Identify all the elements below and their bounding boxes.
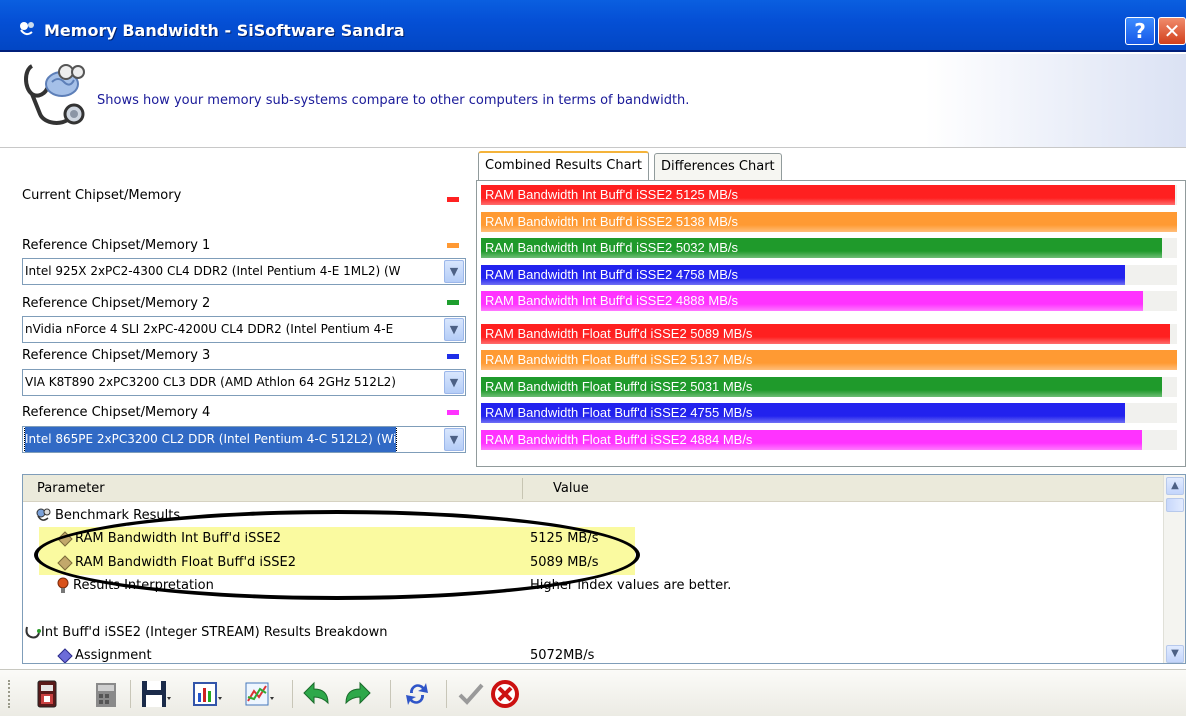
table-row[interactable]: Results Interpretation Higher index valu…	[23, 574, 1163, 598]
lightbulb-icon	[57, 577, 69, 593]
row-parameter: Benchmark Results	[55, 508, 181, 523]
row-value: 5089 MB/s	[530, 555, 599, 570]
chart-bar: RAM Bandwidth Int Buff'd iSSE2 5125 MB/s	[481, 185, 1175, 205]
table-row[interactable]: Assignment 5072MB/s	[23, 644, 1163, 663]
row-value: 5072MB/s	[530, 648, 595, 663]
header-banner: Shows how your memory sub-systems compar…	[0, 54, 1186, 148]
cancel-icon[interactable]	[488, 677, 522, 711]
column-header-value[interactable]: Value	[553, 481, 589, 496]
chart-bar: RAM Bandwidth Float Buff'd iSSE2 4755 MB…	[481, 403, 1125, 423]
forward-icon[interactable]	[340, 677, 374, 711]
ref4-label: Reference Chipset/Memory 4	[22, 405, 211, 420]
chart-bar: RAM Bandwidth Float Buff'd iSSE2 5137 MB…	[481, 350, 1177, 370]
help-button[interactable]: ?	[1125, 17, 1155, 45]
column-separator[interactable]	[522, 478, 523, 499]
results-table[interactable]: Parameter Value Benchmark Results RAM Ba…	[22, 474, 1186, 664]
ref1-swatch	[447, 243, 459, 248]
chevron-down-icon[interactable]: ▼	[444, 260, 464, 283]
window-title: Memory Bandwidth - SiSoftware Sandra	[44, 21, 405, 40]
ok-check-icon[interactable]	[454, 677, 488, 711]
combined-results-chart: RAM Bandwidth Int Buff'd iSSE2 5125 MB/s…	[476, 180, 1186, 467]
chart-bar: RAM Bandwidth Int Buff'd iSSE2 5138 MB/s	[481, 211, 1177, 232]
refresh-icon[interactable]	[400, 677, 434, 711]
ref2-swatch	[447, 300, 459, 305]
row-value: Higher index values are better.	[530, 578, 732, 593]
toolbar-grip[interactable]	[8, 680, 11, 708]
table-row[interactable]: RAM Bandwidth Float Buff'd iSSE2 5089 MB…	[39, 551, 635, 575]
calculator-icon[interactable]	[90, 677, 124, 711]
app-icon	[20, 22, 34, 36]
current-chipset-swatch	[447, 197, 459, 202]
line-graph-icon[interactable]	[242, 677, 276, 711]
floppy-save-icon[interactable]	[138, 677, 172, 711]
toolbar-separator	[390, 680, 391, 708]
chart-bar: RAM Bandwidth Int Buff'd iSSE2 5032 MB/s	[481, 238, 1163, 258]
ref1-select[interactable]: Intel 925X 2xPC2-4300 CL4 DDR2 (Intel Pe…	[22, 258, 466, 285]
bottom-toolbar	[0, 669, 1186, 716]
row-parameter: Results Interpretation	[73, 578, 214, 593]
toolbar-separator	[292, 680, 293, 708]
row-value: 5125 MB/s	[530, 531, 599, 546]
table-row[interactable]: Int Buff'd iSSE2 (Integer STREAM) Result…	[23, 621, 1163, 645]
stethoscope-small-icon	[25, 626, 41, 639]
chevron-down-icon[interactable]: ▼	[444, 371, 464, 394]
ref1-select-value: Intel 925X 2xPC2-4300 CL4 DDR2 (Intel Pe…	[25, 264, 401, 278]
diamond-bullet-icon	[57, 531, 73, 547]
ref4-select-value: Intel 865PE 2xPC3200 CL2 DDR (Intel Pent…	[23, 427, 398, 452]
ref2-select[interactable]: nVidia nForce 4 SLI 2xPC-4200U CL4 DDR2 …	[22, 316, 466, 343]
ref4-swatch	[447, 410, 459, 415]
ref3-select-value: VIA K8T890 2xPC3200 CL3 DDR (AMD Athlon …	[25, 375, 396, 389]
tab-differences-chart[interactable]: Differences Chart	[654, 153, 782, 180]
ref3-select[interactable]: VIA K8T890 2xPC3200 CL3 DDR (AMD Athlon …	[22, 369, 466, 396]
save-report-icon[interactable]	[30, 677, 64, 711]
ref1-label: Reference Chipset/Memory 1	[22, 238, 211, 253]
diamond-bullet-icon	[57, 648, 73, 663]
chart-bar: RAM Bandwidth Int Buff'd iSSE2 4758 MB/s	[481, 264, 1126, 285]
chart-icon[interactable]	[190, 677, 224, 711]
chart-bar: RAM Bandwidth Float Buff'd iSSE2 4884 MB…	[481, 429, 1143, 450]
row-parameter: RAM Bandwidth Float Buff'd iSSE2	[75, 555, 296, 570]
ref2-select-value: nVidia nForce 4 SLI 2xPC-4200U CL4 DDR2 …	[25, 322, 394, 336]
tab-combined-results[interactable]: Combined Results Chart	[478, 151, 649, 180]
benchmark-results-icon	[36, 508, 51, 521]
diamond-bullet-icon	[57, 555, 73, 571]
chart-bar: RAM Bandwidth Float Buff'd iSSE2 5089 MB…	[481, 323, 1171, 344]
results-header: Parameter Value	[23, 475, 1163, 502]
ref4-select[interactable]: Intel 865PE 2xPC3200 CL2 DDR (Intel Pent…	[22, 426, 466, 453]
close-button[interactable]: ✕	[1158, 17, 1186, 45]
results-scrollbar[interactable]: ▲ ▼	[1163, 475, 1185, 663]
ref3-label: Reference Chipset/Memory 3	[22, 348, 211, 363]
scroll-thumb[interactable]	[1166, 498, 1184, 512]
row-parameter: Int Buff'd iSSE2 (Integer STREAM) Result…	[41, 625, 388, 640]
ref3-swatch	[447, 354, 459, 359]
stethoscope-icon	[24, 64, 85, 125]
toolbar-separator	[130, 680, 131, 708]
scroll-down-icon[interactable]: ▼	[1166, 645, 1184, 663]
row-parameter: RAM Bandwidth Int Buff'd iSSE2	[75, 531, 282, 546]
chevron-down-icon[interactable]: ▼	[444, 428, 464, 451]
chart-bar: RAM Bandwidth Int Buff'd iSSE2 4888 MB/s	[481, 291, 1143, 311]
chart-bar: RAM Bandwidth Float Buff'd iSSE2 5031 MB…	[481, 376, 1163, 397]
scroll-up-icon[interactable]: ▲	[1166, 477, 1184, 495]
header-description: Shows how your memory sub-systems compar…	[97, 93, 690, 108]
row-parameter: Assignment	[75, 648, 152, 663]
chevron-down-icon[interactable]: ▼	[444, 318, 464, 341]
back-icon[interactable]	[300, 677, 334, 711]
column-header-parameter[interactable]: Parameter	[37, 481, 105, 496]
current-chipset-label: Current Chipset/Memory	[22, 188, 182, 203]
table-row[interactable]: Benchmark Results	[23, 504, 1163, 528]
table-row[interactable]: RAM Bandwidth Int Buff'd iSSE2 5125 MB/s	[39, 527, 635, 551]
ref2-label: Reference Chipset/Memory 2	[22, 296, 211, 311]
title-bar: Memory Bandwidth - SiSoftware Sandra ? ✕	[0, 0, 1186, 52]
toolbar-separator	[446, 680, 447, 708]
